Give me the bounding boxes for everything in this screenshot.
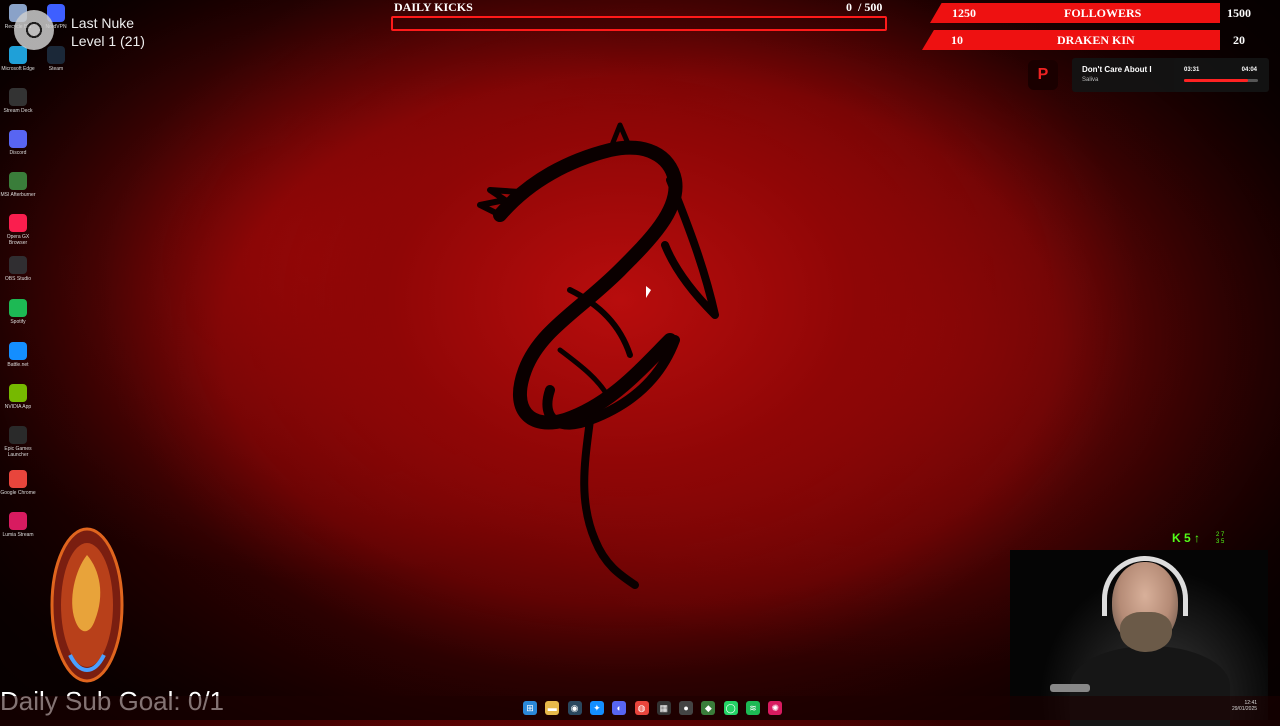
daily-kicks-target: / 500 <box>858 0 883 14</box>
kick-logo-icon: K <box>1172 531 1181 545</box>
discord-taskbar-icon[interactable]: ◐ <box>612 701 627 715</box>
draken-kin-target: 20 <box>1233 33 1245 47</box>
desktop-icon-label: Discord <box>9 150 27 156</box>
time-current: 03:31 <box>1184 67 1200 73</box>
followers-current: 1250 <box>952 6 976 20</box>
battlenet-icon <box>9 342 27 360</box>
nuke-icon <box>14 10 54 50</box>
followers-label: FOLLOWERS <box>1064 6 1142 20</box>
desktop-icon-label: Epic Games Launcher <box>4 446 32 458</box>
steam-taskbar-icon[interactable]: ◉ <box>567 701 582 715</box>
desktop-icon-edge[interactable]: Microsoft Edge <box>0 46 36 72</box>
music-logo-icon: P <box>1028 60 1058 90</box>
draken-kin-current: 10 <box>951 33 963 47</box>
desktop-icon-nvidia[interactable]: NVIDIA App <box>0 384 36 410</box>
lumia-icon <box>9 512 27 530</box>
nuke-title: Last Nuke <box>71 15 135 31</box>
spotify-taskbar-icon[interactable]: ≋ <box>746 701 760 715</box>
file-explorer-icon[interactable]: ▬ <box>545 701 560 715</box>
drakenkin-logo <box>50 527 124 683</box>
kick-viewer-stats: K 5 ↑ <box>1172 531 1200 545</box>
dragon-emblem <box>477 122 719 589</box>
steam-icon <box>47 46 65 64</box>
opera-gx-icon <box>9 214 27 232</box>
system-tray[interactable]: 12:41 29/01/2025 <box>1232 700 1257 712</box>
headset <box>1102 556 1188 616</box>
daily-kicks-progress-bar <box>391 16 887 31</box>
desktop-icon-label: Google Chrome <box>0 490 36 496</box>
draken-kin-label: DRAKEN KIN <box>1057 33 1135 47</box>
spotify-icon <box>9 299 27 317</box>
desktop-icon-label: Spotify <box>10 319 26 325</box>
followers-goal-bar: 1250 FOLLOWERS <box>930 3 1220 23</box>
epic-icon <box>9 426 27 444</box>
daily-kicks-count: 0 / 500 <box>846 0 882 15</box>
desktop-icon-label: NVIDIA App <box>4 404 32 410</box>
desktop-icon-label: OBS Studio <box>4 276 32 282</box>
song-title: Don't Care About I <box>1082 65 1152 74</box>
mouse-cursor <box>646 286 651 298</box>
nuke-level: Level 1 (21) <box>71 33 145 49</box>
playback-progress-track <box>1184 79 1258 82</box>
afterburner-icon <box>9 172 27 190</box>
followers-target: 1500 <box>1227 6 1251 20</box>
desktop-icon-label: Opera GX Browser <box>6 234 30 246</box>
obs-icon <box>9 256 27 274</box>
chrome-icon <box>9 470 27 488</box>
chrome-taskbar-icon[interactable]: ◍ <box>634 701 649 715</box>
webcam-person-beard <box>1120 612 1172 652</box>
desktop-icon-afterburner[interactable]: MSI Afterburner <box>0 172 36 198</box>
desktop-icon-label: Battle.net <box>7 362 29 368</box>
stream-deck-taskbar-icon[interactable]: ▦ <box>656 701 671 715</box>
stream-deck-icon <box>9 88 27 106</box>
start-icon[interactable]: ⊞ <box>523 701 537 715</box>
microphone <box>1050 684 1090 692</box>
lumia-taskbar-icon[interactable]: ✺ <box>768 701 783 715</box>
desktop-icon-opera-gx[interactable]: Opera GX Browser <box>0 214 36 246</box>
desktop-icon-battlenet[interactable]: Battle.net <box>0 342 36 368</box>
kick-small-stats: 2 7 3 5 <box>1216 532 1224 546</box>
kick-small-bottom: 3 5 <box>1216 539 1225 545</box>
now-playing-widget: P Don't Care About I Saliva 03:31 04:04 <box>1024 58 1269 93</box>
edge-icon <box>9 46 27 64</box>
desktop-icon-label: Lumia Stream <box>2 532 34 538</box>
desktop-icon-epic[interactable]: Epic Games Launcher <box>0 426 36 458</box>
desktop-icon-obs[interactable]: OBS Studio <box>0 256 36 282</box>
arrow-up-icon: ↑ <box>1194 531 1201 545</box>
kick-viewer-count: 5 <box>1184 531 1191 545</box>
song-artist: Saliva <box>1082 77 1099 83</box>
playback-time-card: 03:31 04:04 <box>1174 58 1269 92</box>
tray-date: 29/01/2025 <box>1232 706 1258 712</box>
desktop-icon-stream-deck[interactable]: Stream Deck <box>0 88 36 114</box>
obs-taskbar-icon[interactable]: ● <box>679 701 694 715</box>
desktop-icon-label: Steam <box>48 66 64 72</box>
desktop-icon-label: Stream Deck <box>3 108 33 114</box>
daily-kicks-current: 0 <box>846 0 852 14</box>
playback-progress-fill <box>1184 79 1248 82</box>
desktop-icon-label: MSI Afterburner <box>0 192 36 198</box>
nvidia-icon <box>9 384 27 402</box>
desktop-icon-chrome[interactable]: Google Chrome <box>0 470 36 496</box>
webcam-feed <box>1010 550 1268 726</box>
discord-icon <box>9 130 27 148</box>
desktop-icon-label: Microsoft Edge <box>1 66 35 72</box>
battlenet-taskbar-icon[interactable]: ✦ <box>589 701 604 715</box>
kick-small-top: 2 7 <box>1216 532 1225 538</box>
desktop-icon-discord[interactable]: Discord <box>0 130 36 156</box>
time-total: 04:04 <box>1241 67 1257 73</box>
whatsapp-taskbar-icon[interactable]: ◯ <box>723 701 738 715</box>
desktop-icon-steam[interactable]: Steam <box>38 46 74 72</box>
daily-kicks-label: DAILY KICKS <box>394 0 473 14</box>
desktop-icon-lumia[interactable]: Lumia Stream <box>0 512 36 538</box>
afterburner-taskbar-icon[interactable]: ◆ <box>701 701 716 715</box>
desktop-icon-spotify[interactable]: Spotify <box>0 299 36 325</box>
draken-kin-goal-bar: 10 DRAKEN KIN <box>922 30 1220 50</box>
